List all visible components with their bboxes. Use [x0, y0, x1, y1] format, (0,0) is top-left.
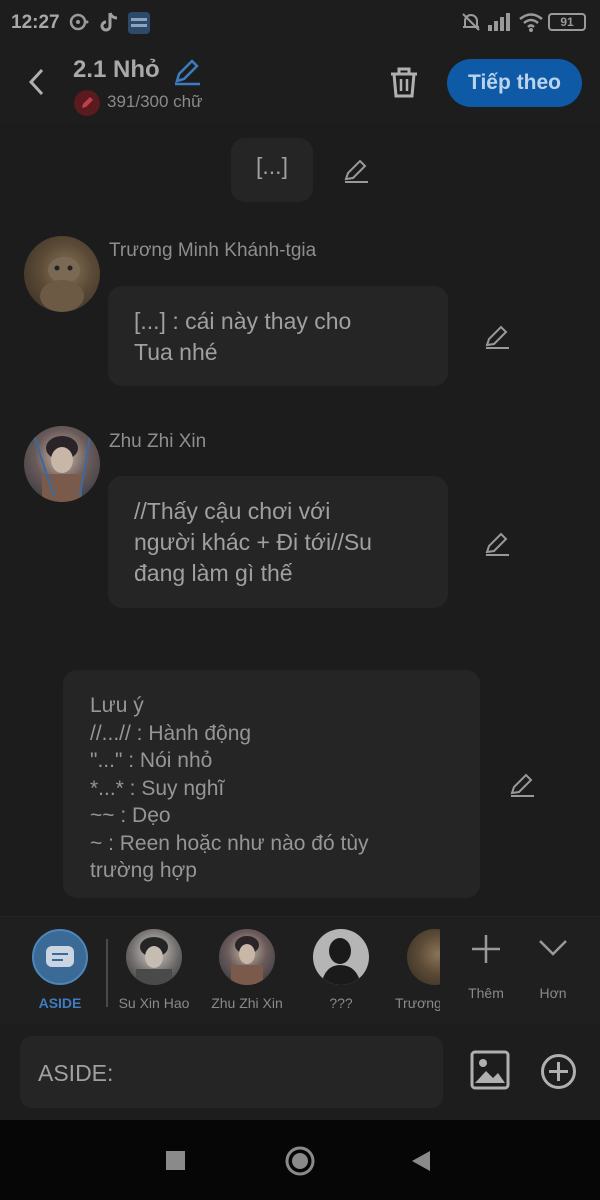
messenger-icon [69, 13, 89, 31]
app-icon [128, 12, 150, 34]
more-label: Hơn [539, 985, 567, 1001]
system-message-text: [...] [256, 153, 288, 179]
avatar [126, 929, 182, 985]
edit-message-icon[interactable] [483, 322, 511, 350]
message-bubble[interactable]: //Thấy cậu chơi với người khác + Đi tới/… [108, 476, 448, 608]
edit-message-icon[interactable] [508, 770, 536, 798]
character-name: Trương [395, 995, 440, 1011]
character-unknown[interactable]: ??? [296, 917, 386, 1025]
add-circle-icon[interactable] [540, 1053, 577, 1090]
sender-name: Zhu Zhi Xin [109, 431, 207, 452]
signal-icon [488, 13, 510, 31]
system-nav-bar [0, 1120, 600, 1200]
divider [106, 939, 108, 1007]
status-bar: 12:27 91 [0, 0, 600, 44]
battery-icon: 91 [548, 13, 586, 31]
avatar[interactable] [24, 236, 100, 312]
back-button[interactable] [22, 64, 54, 100]
character-name: ??? [329, 995, 353, 1011]
chevron-down-icon [539, 940, 567, 956]
character-bar: ASIDE Su Xin Hao Zhu Zhi Xin ??? Trương … [0, 916, 600, 1024]
more-button[interactable]: Hơn [525, 917, 581, 1025]
status-time: 12:27 [11, 12, 60, 33]
system-message[interactable]: [...] [231, 138, 313, 202]
recents-button[interactable] [165, 1150, 186, 1171]
character-aside[interactable]: ASIDE [15, 917, 105, 1025]
plus-icon [472, 935, 500, 963]
silhouette-avatar-icon [313, 929, 369, 985]
avatar [407, 929, 440, 985]
message-text: [...] : cái này thay cho Tua nhé [134, 308, 352, 365]
message-bubble[interactable]: [...] : cái này thay cho Tua nhé [108, 286, 448, 386]
character-zhu-zhi-xin[interactable]: Zhu Zhi Xin [202, 917, 292, 1025]
wifi-icon [519, 13, 543, 32]
home-button[interactable] [284, 1145, 316, 1177]
next-button[interactable]: Tiếp theo [447, 59, 582, 107]
avatar[interactable] [24, 426, 100, 502]
image-icon[interactable] [470, 1050, 510, 1090]
character-truong[interactable]: Trương [390, 917, 440, 1025]
app-header: 2.1 Nhỏ 391/300 chữ Tiếp theo [0, 44, 600, 124]
tiktok-icon [100, 12, 118, 32]
sender-name: Trương Minh Khánh-tgia [109, 240, 317, 261]
character-name: ASIDE [38, 995, 82, 1011]
back-nav-button[interactable] [410, 1149, 432, 1173]
character-name: Zhu Zhi Xin [211, 995, 283, 1011]
edit-title-icon[interactable] [172, 56, 202, 86]
avatar [219, 929, 275, 985]
chat-area[interactable]: [...] Trương Minh Khánh-tgia [...] : cái… [0, 124, 600, 916]
message-text: //Thấy cậu chơi với người khác + Đi tới/… [134, 498, 372, 586]
word-count: 391/300 chữ [107, 92, 203, 111]
aside-icon [32, 929, 88, 985]
note-text: Lưu ý //...// : Hành động "..." : Nói nh… [90, 694, 369, 882]
character-name: Su Xin Hao [118, 995, 190, 1011]
page-title: 2.1 Nhỏ [73, 56, 160, 83]
edit-message-icon[interactable] [483, 529, 511, 557]
message-input-value[interactable]: ASIDE: [38, 1060, 113, 1087]
add-character-button[interactable]: Thêm [458, 917, 514, 1025]
mute-bell-icon [462, 13, 480, 31]
character-su-xin-hao[interactable]: Su Xin Hao [109, 917, 199, 1025]
trash-icon[interactable] [386, 64, 422, 100]
pencil-badge-icon [74, 90, 100, 116]
add-label: Thêm [468, 985, 504, 1001]
note-bubble[interactable]: Lưu ý //...// : Hành động "..." : Nói nh… [63, 670, 480, 898]
edit-message-icon[interactable] [342, 156, 370, 184]
